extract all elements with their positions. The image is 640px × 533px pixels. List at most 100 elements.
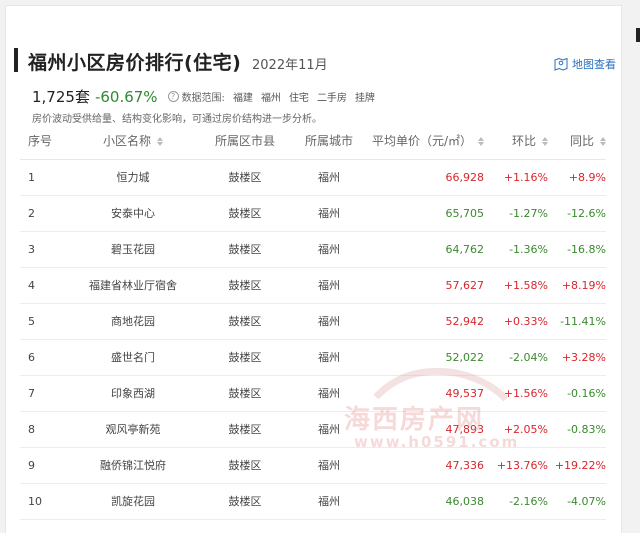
- cell-mom: +1.56%: [484, 375, 548, 412]
- cell-city: 福州: [296, 159, 362, 196]
- cell-price: 64,762: [362, 231, 484, 268]
- scope-item-type: 住宅: [288, 93, 309, 104]
- sort-arrows-icon[interactable]: [600, 137, 606, 147]
- cell-yoy: +8.9%: [548, 159, 606, 196]
- cell-city: 福州: [296, 267, 362, 304]
- cell-district: 鼓楼区: [194, 411, 296, 448]
- cell-price: 57,627: [362, 267, 484, 304]
- cell-yoy: +19.22%: [548, 447, 606, 484]
- column-header-name[interactable]: 小区名称: [72, 123, 194, 160]
- cell-name: 碧玉花园: [72, 231, 194, 268]
- column-header-rank: 序号: [20, 123, 72, 160]
- cell-district: 鼓楼区: [194, 159, 296, 196]
- cell-price: 47,893: [362, 411, 484, 448]
- cell-rank: 2: [20, 195, 72, 232]
- column-header-mom-label: 环比: [511, 134, 536, 149]
- scope-label: 数据范围:: [181, 93, 225, 104]
- cell-city: 福州: [296, 483, 362, 520]
- cell-rank: 4: [20, 267, 72, 304]
- table-row[interactable]: 4 福建省林业厅宿舍 鼓楼区 福州 57,627 +1.58% +8.19%: [20, 267, 606, 304]
- listing-count: 1,725套: [32, 88, 90, 106]
- column-header-name-label: 小区名称: [102, 134, 151, 149]
- column-header-yoy-label: 同比: [569, 134, 594, 149]
- cell-yoy: -0.83%: [548, 411, 606, 448]
- cell-district: 鼓楼区: [194, 375, 296, 412]
- table-row[interactable]: 3 碧玉花园 鼓楼区 福州 64,762 -1.36% -16.8%: [20, 231, 606, 268]
- cell-rank: 7: [20, 375, 72, 412]
- cell-mom: -1.36%: [484, 231, 548, 268]
- cell-name: 融侨锦江悦府: [72, 447, 194, 484]
- scope-item-city: 福州: [260, 93, 281, 104]
- page-background: 福州小区房价排行(住宅) 2022年11月 地图查看 1,725套 -60.67…: [0, 0, 640, 533]
- scope-item-market: 二手房: [316, 93, 347, 104]
- map-location-icon: [554, 57, 568, 71]
- column-header-price-label: 平均单价（元/㎡）: [371, 134, 472, 149]
- cell-name: 观风亭新苑: [72, 411, 194, 448]
- cell-price: 52,942: [362, 303, 484, 340]
- cell-rank: 5: [20, 303, 72, 340]
- cell-name: 福建省林业厅宿舍: [72, 267, 194, 304]
- sort-arrows-icon[interactable]: [542, 137, 548, 147]
- listing-change: -60.67%: [94, 87, 158, 106]
- cell-name: 恒力城: [72, 159, 194, 196]
- cell-yoy: -16.8%: [548, 231, 606, 268]
- cell-rank: 9: [20, 447, 72, 484]
- cell-city: 福州: [296, 303, 362, 340]
- column-header-district: 所属区市县: [194, 123, 296, 160]
- cell-mom: +1.58%: [484, 267, 548, 304]
- cell-mom: +0.33%: [484, 303, 548, 340]
- page-title: 福州小区房价排行(住宅): [28, 52, 242, 74]
- cell-price: 47,336: [362, 447, 484, 484]
- cell-name: 印象西湖: [72, 375, 194, 412]
- column-header-city: 所属城市: [296, 123, 362, 160]
- cell-yoy: +3.28%: [548, 339, 606, 376]
- cell-district: 鼓楼区: [194, 339, 296, 376]
- sort-arrows-icon[interactable]: [478, 137, 484, 147]
- table-row[interactable]: 5 商地花园 鼓楼区 福州 52,942 +0.33% -11.41%: [20, 303, 606, 340]
- cell-name: 凯旋花园: [72, 483, 194, 520]
- cell-city: 福州: [296, 231, 362, 268]
- table-header-row: 序号 小区名称 所属区市县 所属城市 平均单价（元/㎡） 环比 同比: [20, 123, 606, 160]
- cell-district: 鼓楼区: [194, 447, 296, 484]
- title-accent-bar: [14, 48, 18, 72]
- cell-rank: 6: [20, 339, 72, 376]
- cell-price: 52,022: [362, 339, 484, 376]
- cell-mom: -2.16%: [484, 483, 548, 520]
- scope-item-province: 福建: [232, 93, 253, 104]
- table-row[interactable]: 8 观风亭新苑 鼓楼区 福州 47,893 +2.05% -0.83%: [20, 411, 606, 448]
- cell-district: 鼓楼区: [194, 303, 296, 340]
- column-header-mom[interactable]: 环比: [484, 123, 548, 160]
- cell-yoy: -12.6%: [548, 195, 606, 232]
- cell-name: 安泰中心: [72, 195, 194, 232]
- cell-price: 49,537: [362, 375, 484, 412]
- summary-line: 1,725套 -60.67% ? 数据范围: 福建 福州 住宅 二手房 挂牌: [32, 86, 375, 107]
- scrollbar-edge[interactable]: [636, 28, 640, 42]
- cell-mom: +13.76%: [484, 447, 548, 484]
- table-row[interactable]: 6 盛世名门 鼓楼区 福州 52,022 -2.04% +3.28%: [20, 339, 606, 376]
- cell-rank: 3: [20, 231, 72, 268]
- cell-mom: -2.04%: [484, 339, 548, 376]
- cell-city: 福州: [296, 195, 362, 232]
- cell-name: 盛世名门: [72, 339, 194, 376]
- cell-yoy: -0.16%: [548, 375, 606, 412]
- cell-mom: -1.27%: [484, 195, 548, 232]
- table-row[interactable]: 1 恒力城 鼓楼区 福州 66,928 +1.16% +8.9%: [20, 159, 606, 196]
- table-row[interactable]: 10 凯旋花园 鼓楼区 福州 46,038 -2.16% -4.07%: [20, 483, 606, 520]
- map-view-link[interactable]: 地图查看: [554, 56, 616, 72]
- scope-item-source: 挂牌: [354, 93, 375, 104]
- cell-district: 鼓楼区: [194, 231, 296, 268]
- column-header-yoy[interactable]: 同比: [548, 123, 606, 160]
- map-view-label: 地图查看: [572, 58, 616, 71]
- cell-rank: 8: [20, 411, 72, 448]
- column-header-price[interactable]: 平均单价（元/㎡）: [362, 123, 484, 160]
- cell-name: 商地花园: [72, 303, 194, 340]
- question-circle-icon[interactable]: ?: [167, 91, 179, 102]
- table-row[interactable]: 2 安泰中心 鼓楼区 福州 65,705 -1.27% -12.6%: [20, 195, 606, 232]
- cell-city: 福州: [296, 339, 362, 376]
- cell-yoy: -4.07%: [548, 483, 606, 520]
- cell-yoy: -11.41%: [548, 303, 606, 340]
- table-row[interactable]: 9 融侨锦江悦府 鼓楼区 福州 47,336 +13.76% +19.22%: [20, 447, 606, 484]
- cell-price: 46,038: [362, 483, 484, 520]
- sort-arrows-icon[interactable]: [157, 137, 163, 147]
- table-row[interactable]: 7 印象西湖 鼓楼区 福州 49,537 +1.56% -0.16%: [20, 375, 606, 412]
